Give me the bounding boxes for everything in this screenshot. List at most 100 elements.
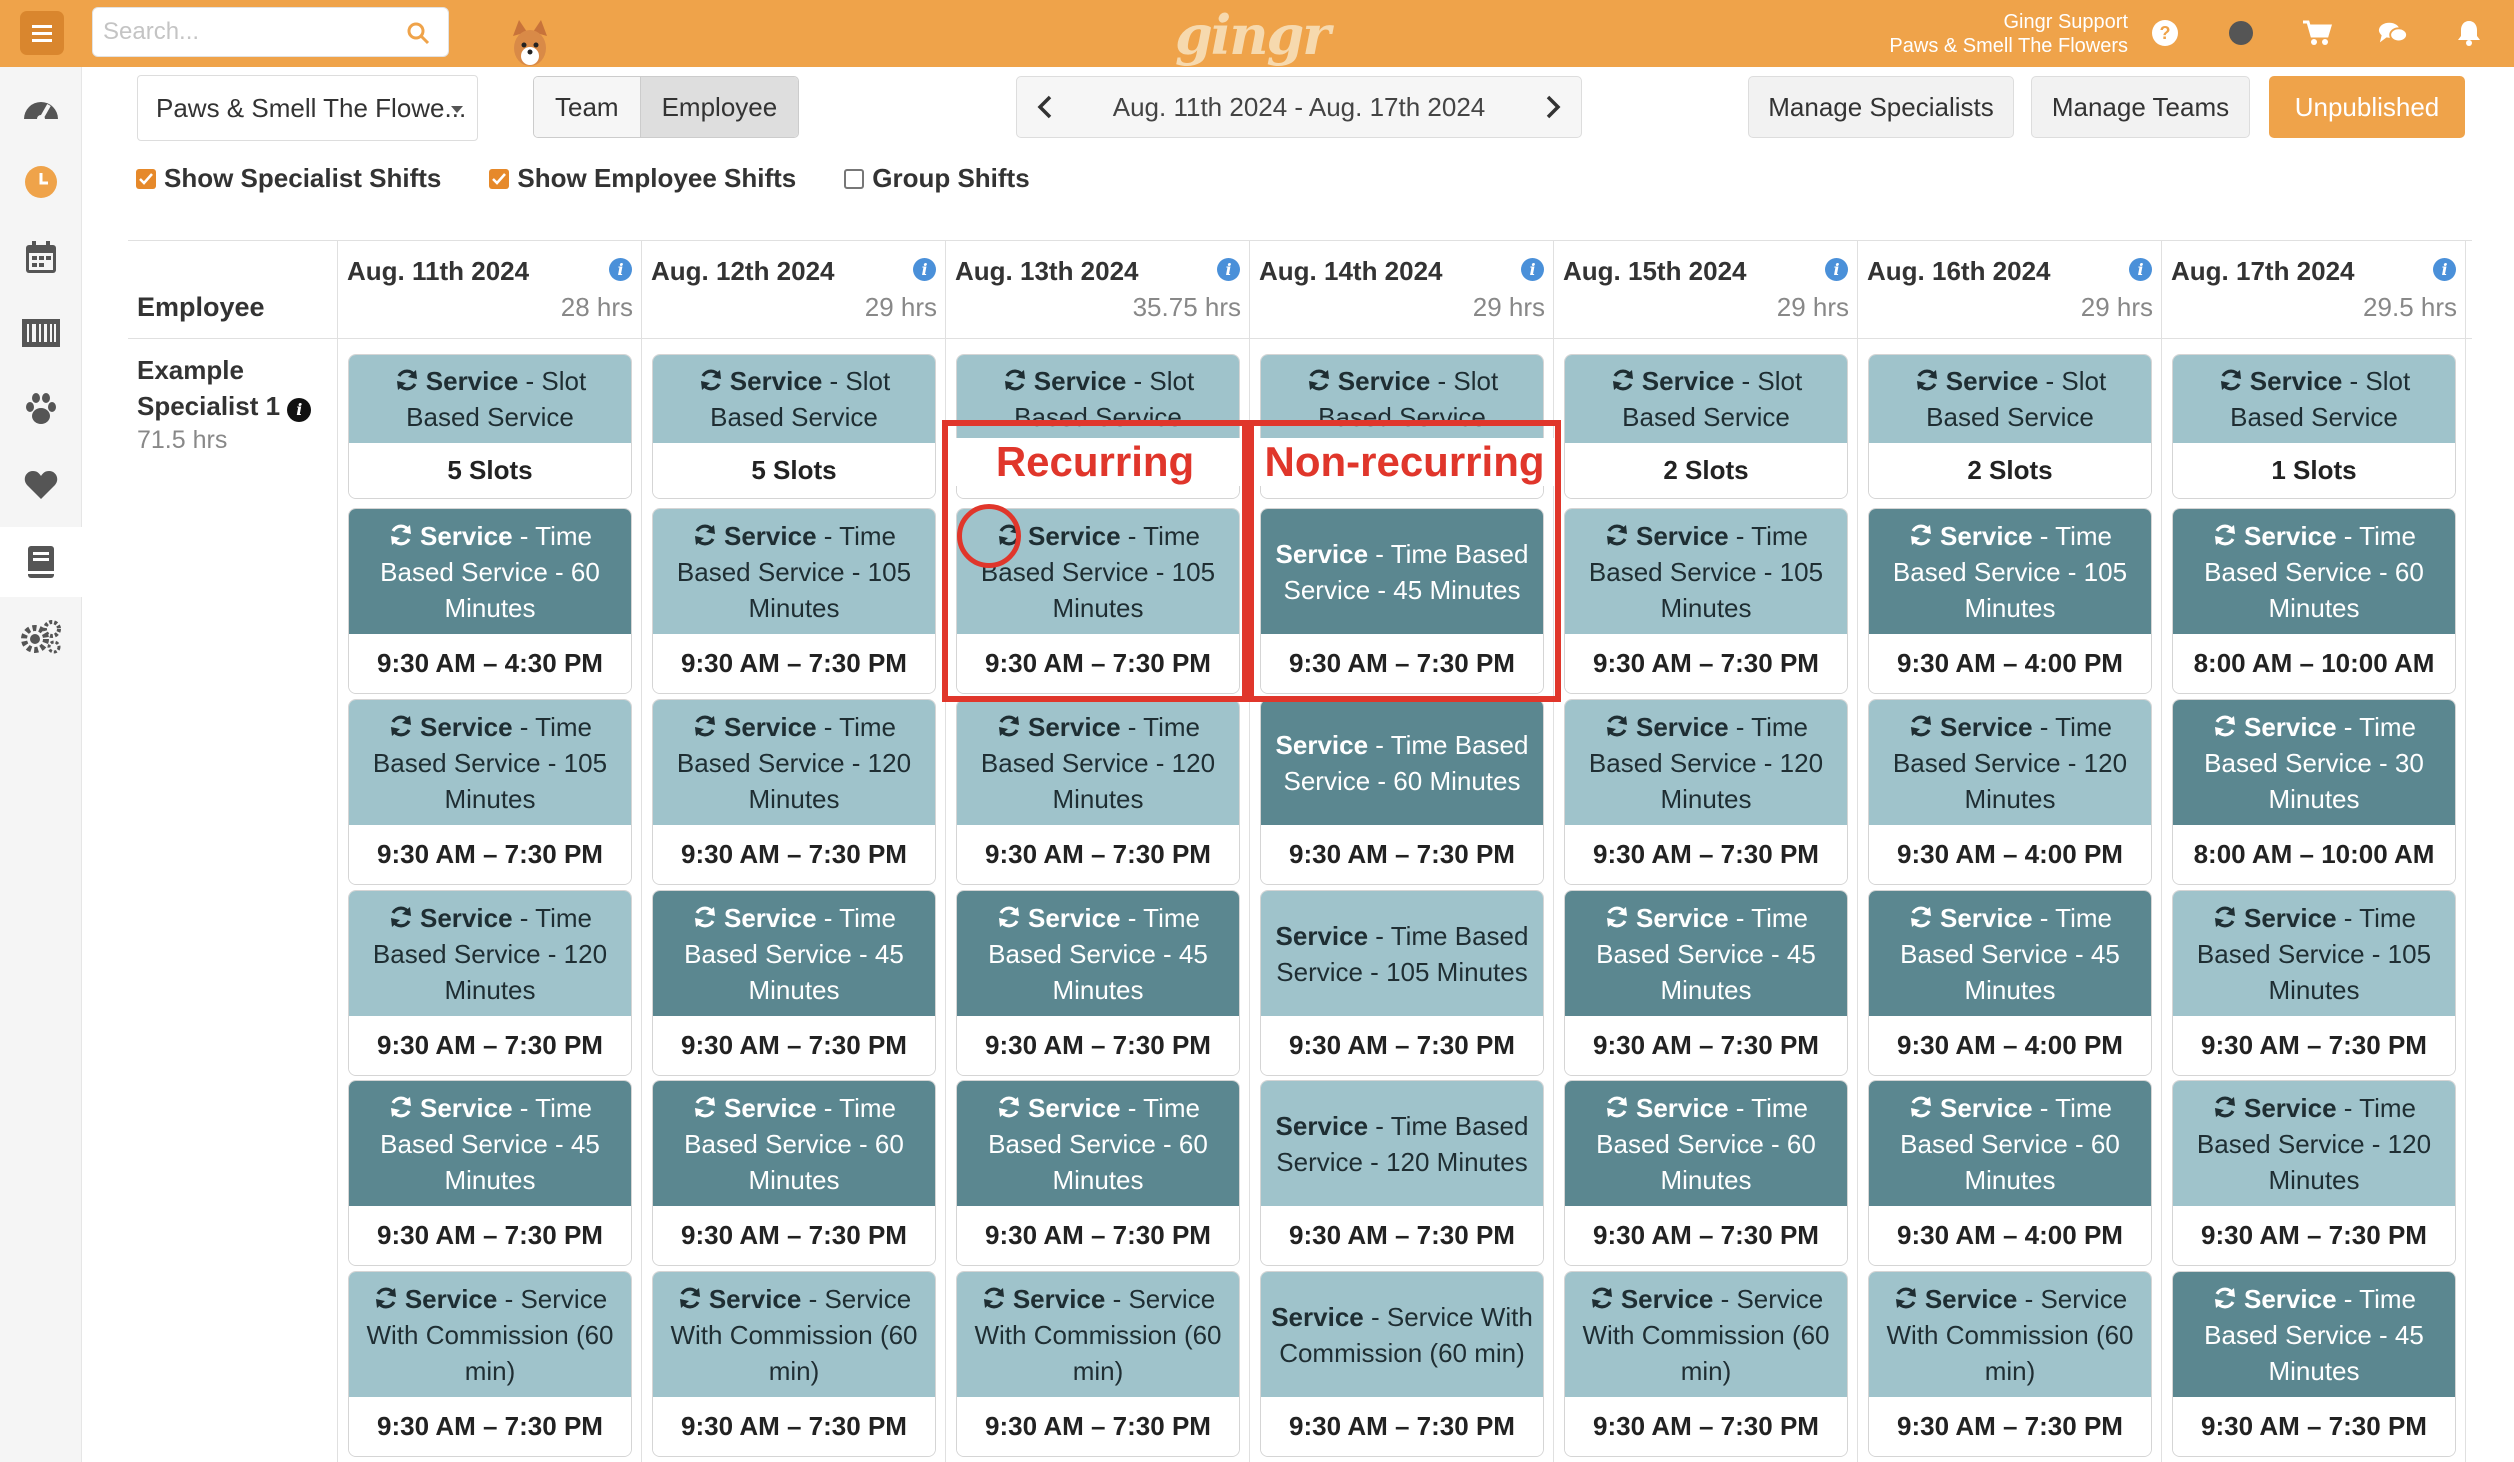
time-shift-card[interactable]: Service - Time Based Service - 105 Minut…: [348, 699, 632, 885]
shift-service-info: Service - Time Based Service - 120 Minut…: [1869, 700, 2151, 825]
time-shift-card[interactable]: Service - Time Based Service - 45 Minute…: [1564, 890, 1848, 1076]
slot-shift-card[interactable]: Service - Slot Based Service 5 Slots: [348, 354, 632, 499]
shift-service-text: Service - Time Based Service - 105 Minut…: [2196, 902, 2432, 1005]
service-label: Service: [1275, 729, 1369, 760]
show-employee-shifts-checkbox[interactable]: Show Employee Shifts: [489, 163, 796, 194]
settings-icon[interactable]: [0, 602, 82, 672]
search-input[interactable]: [103, 16, 403, 48]
info-icon[interactable]: i: [1217, 258, 1240, 281]
shift-service-info: Service - Time Based Service - 45 Minute…: [1565, 891, 1847, 1016]
shift-service-info: Service - Time Based Service - 105 Minut…: [653, 509, 935, 634]
book-icon[interactable]: [0, 527, 82, 597]
chevron-left-icon[interactable]: [1037, 95, 1053, 119]
checkbox-checked-icon[interactable]: [136, 168, 156, 189]
time-shift-card[interactable]: Service - Service With Commission (60 mi…: [1260, 1271, 1544, 1457]
search-icon[interactable]: [406, 21, 430, 45]
time-shift-card[interactable]: Service - Time Based Service - 105 Minut…: [2172, 890, 2456, 1076]
time-shift-card[interactable]: Service - Time Based Service - 120 Minut…: [2172, 1080, 2456, 1266]
team-view-button[interactable]: Team: [534, 77, 640, 137]
time-shift-card[interactable]: Service - Service With Commission (60 mi…: [1564, 1271, 1848, 1457]
time-shift-card[interactable]: Service - Time Based Service - 45 Minute…: [348, 1080, 632, 1266]
manage-teams-button[interactable]: Manage Teams: [2031, 76, 2250, 138]
time-shift-card[interactable]: Service - Time Based Service - 45 Minute…: [1868, 890, 2152, 1076]
time-shift-card[interactable]: Service - Time Based Service - 60 Minute…: [2172, 508, 2456, 694]
info-icon[interactable]: i: [913, 258, 936, 281]
manage-specialists-button[interactable]: Manage Specialists: [1748, 76, 2014, 138]
heart-icon[interactable]: [0, 450, 82, 520]
info-icon[interactable]: i: [609, 258, 632, 281]
time-shift-card[interactable]: Service - Time Based Service - 30 Minute…: [2172, 699, 2456, 885]
time-shift-card[interactable]: Service - Time Based Service - 105 Minut…: [652, 508, 936, 694]
employee-name[interactable]: Example Specialist 1 i: [137, 352, 312, 424]
paw-icon[interactable]: [0, 374, 82, 444]
info-icon[interactable]: i: [1825, 258, 1848, 281]
shift-service-text: Service - Slot Based Service: [2179, 363, 2449, 435]
time-shift-card[interactable]: Service - Time Based Service - 120 Minut…: [956, 699, 1240, 885]
shift-service-info: Service - Time Based Service - 120 Minut…: [349, 891, 631, 1016]
time-shift-card[interactable]: Service - Service With Commission (60 mi…: [652, 1271, 936, 1457]
info-icon[interactable]: i: [1521, 258, 1544, 281]
status-dot-icon[interactable]: [2226, 18, 2256, 48]
chat-icon[interactable]: [2378, 18, 2408, 48]
time-shift-card[interactable]: Service - Time Based Service - 60 Minute…: [348, 508, 632, 694]
bell-icon[interactable]: [2454, 18, 2484, 48]
checkbox-unchecked-icon[interactable]: [844, 168, 865, 189]
time-shift-card[interactable]: Service - Time Based Service - 120 Minut…: [1260, 1080, 1544, 1266]
time-shift-card[interactable]: Service - Service With Commission (60 mi…: [348, 1271, 632, 1457]
chevron-right-icon[interactable]: [1545, 95, 1561, 119]
calendar-icon[interactable]: [0, 222, 82, 292]
dashboard-icon[interactable]: [0, 73, 82, 143]
day-date: Aug. 14th 2024: [1259, 256, 1443, 286]
support-account[interactable]: Gingr Support Paws & Smell The Flowers: [1889, 10, 2128, 58]
shift-time: 8:00 AM – 10:00 AM: [2173, 634, 2455, 693]
time-shift-card[interactable]: Service - Service With Commission (60 mi…: [956, 1271, 1240, 1457]
time-shift-card[interactable]: Service - Time Based Service - 45 Minute…: [2172, 1271, 2456, 1457]
time-shift-card[interactable]: Service - Time Based Service - 105 Minut…: [1260, 890, 1544, 1076]
barcode-icon[interactable]: [0, 298, 82, 368]
time-shift-card[interactable]: Service - Time Based Service - 60 Minute…: [956, 1080, 1240, 1266]
time-shift-card[interactable]: Service - Time Based Service - 120 Minut…: [1868, 699, 2152, 885]
info-icon[interactable]: i: [2433, 258, 2456, 281]
time-shift-card[interactable]: Service - Time Based Service - 120 Minut…: [348, 890, 632, 1076]
clock-icon[interactable]: [0, 147, 82, 217]
shift-time: 9:30 AM – 7:30 PM: [2173, 1397, 2455, 1456]
recurring-icon: [396, 369, 417, 391]
search-box[interactable]: [92, 7, 449, 57]
time-shift-card[interactable]: Service - Time Based Service - 105 Minut…: [1868, 508, 2152, 694]
time-shift-card[interactable]: Service - Time Based Service - 120 Minut…: [652, 699, 936, 885]
time-shift-card[interactable]: Service - Time Based Service - 60 Minute…: [1260, 699, 1544, 885]
time-shift-card[interactable]: Service - Time Based Service - 120 Minut…: [1564, 699, 1848, 885]
shift-service-info: Service - Time Based Service - 30 Minute…: [2173, 700, 2455, 825]
day-column-header: Aug. 17th 2024 i 29.5 hrs: [2162, 240, 2466, 338]
cart-icon[interactable]: [2302, 18, 2332, 48]
time-shift-card[interactable]: Service - Time Based Service - 45 Minute…: [652, 890, 936, 1076]
time-shift-card[interactable]: Service - Time Based Service - 45 Minute…: [956, 890, 1240, 1076]
shift-time: 9:30 AM – 7:30 PM: [1565, 825, 1847, 884]
day-hours: 29 hrs: [864, 292, 937, 322]
service-label: Service: [425, 366, 519, 396]
shift-time: 9:30 AM – 7:30 PM: [349, 1016, 631, 1075]
checkbox-checked-icon[interactable]: [489, 168, 510, 189]
recurring-icon: [1895, 1287, 1916, 1308]
time-shift-card[interactable]: Service - Time Based Service - 60 Minute…: [1868, 1080, 2152, 1266]
employee-view-button[interactable]: Employee: [639, 77, 799, 137]
slot-shift-card[interactable]: Service - Slot Based Service 2 Slots: [1868, 354, 2152, 499]
service-label: Service: [420, 711, 513, 742]
hamburger-menu-button[interactable]: [20, 11, 64, 55]
location-select[interactable]: Paws & Smell The Flowe...: [137, 75, 478, 141]
info-icon[interactable]: i: [287, 398, 312, 422]
time-shift-card[interactable]: Service - Time Based Service - 60 Minute…: [652, 1080, 936, 1266]
unpublished-button[interactable]: Unpublished: [2269, 76, 2465, 138]
info-icon[interactable]: i: [2129, 258, 2152, 281]
time-shift-card[interactable]: Service - Time Based Service - 105 Minut…: [1564, 508, 1848, 694]
time-shift-card[interactable]: Service - Service With Commission (60 mi…: [1868, 1271, 2152, 1457]
group-shifts-checkbox[interactable]: Group Shifts: [844, 163, 1030, 194]
recurring-icon-highlight-circle: [957, 504, 1021, 568]
slot-shift-card[interactable]: Service - Slot Based Service 1 Slots: [2172, 354, 2456, 499]
time-shift-card[interactable]: Service - Time Based Service - 60 Minute…: [1564, 1080, 1848, 1266]
service-label: Service: [2244, 520, 2337, 551]
help-icon[interactable]: ?: [2150, 18, 2180, 48]
show-specialist-shifts-checkbox[interactable]: Show Specialist Shifts: [136, 163, 441, 194]
slot-shift-card[interactable]: Service - Slot Based Service 2 Slots: [1564, 354, 1848, 499]
slot-shift-card[interactable]: Service - Slot Based Service 5 Slots: [652, 354, 936, 499]
